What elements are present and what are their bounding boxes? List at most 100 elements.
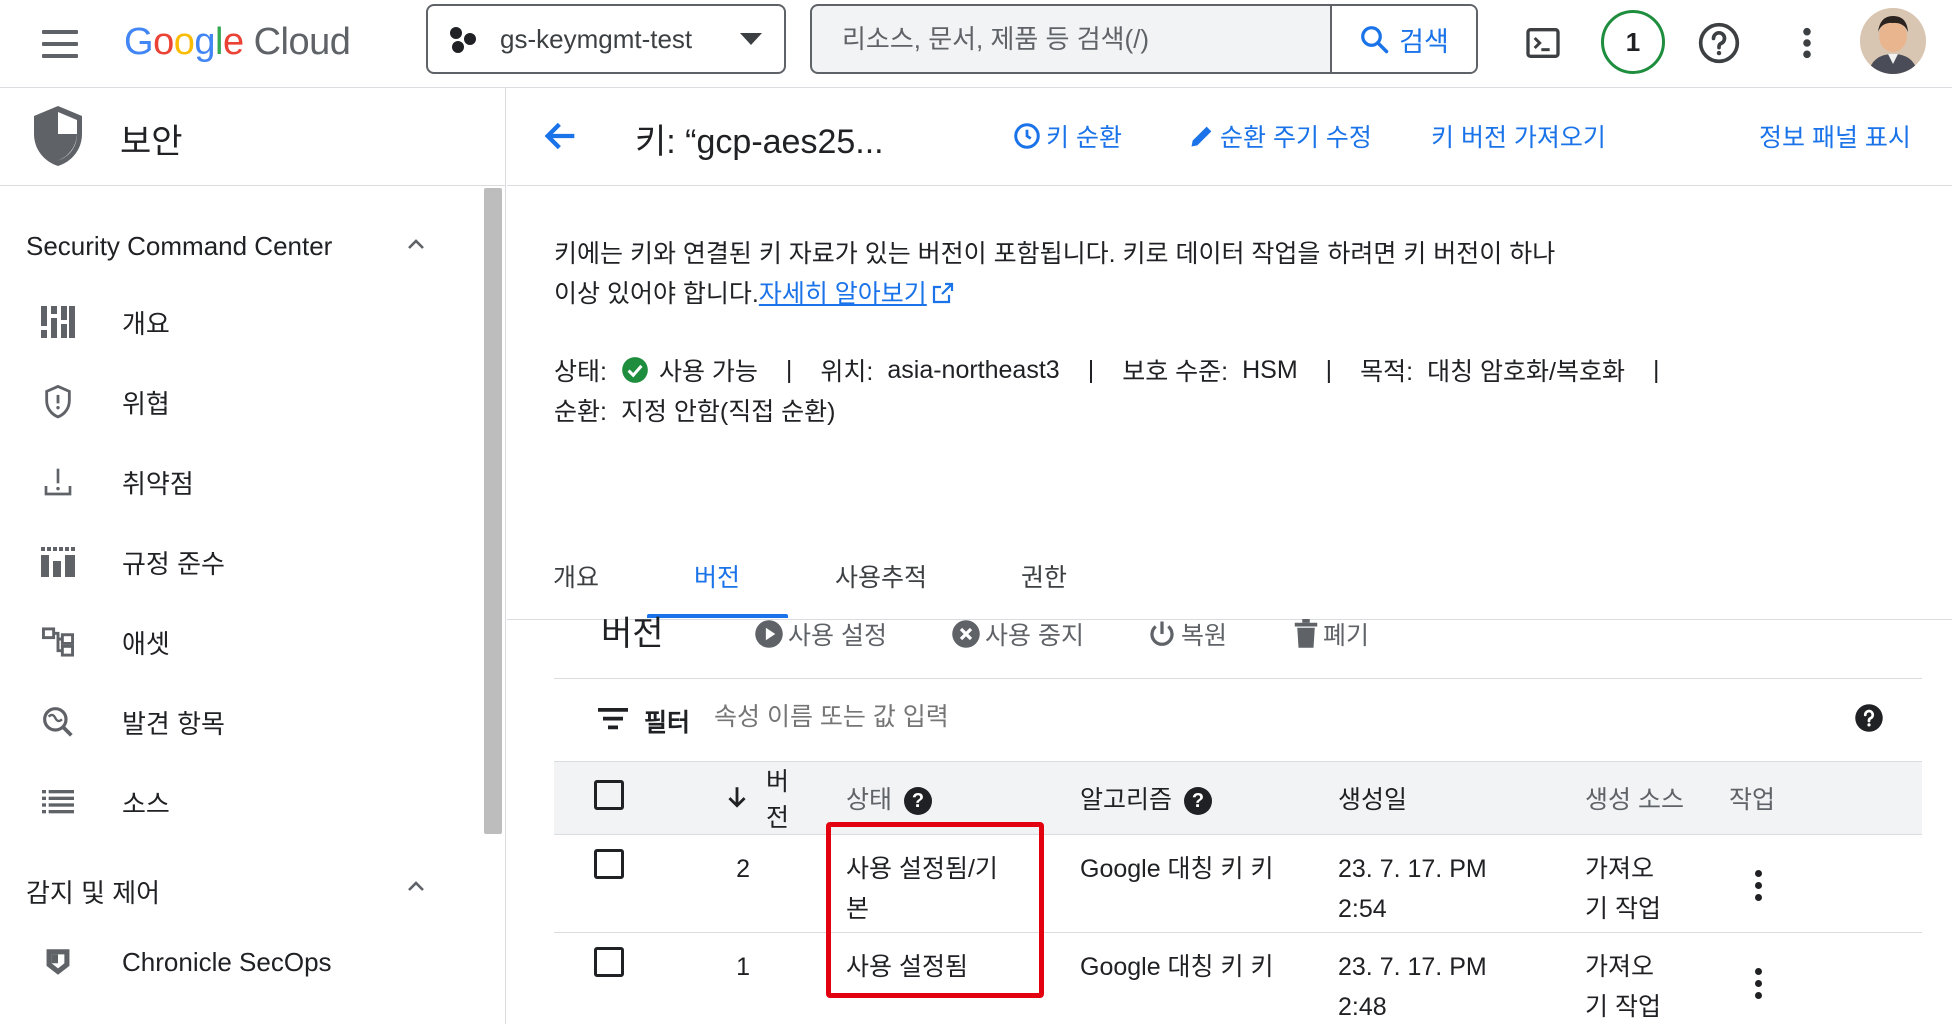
more-vert-icon[interactable] bbox=[1755, 862, 1762, 901]
row-checkbox[interactable] bbox=[594, 947, 624, 977]
column-header-source[interactable]: 생성 소스 bbox=[1523, 761, 1713, 835]
sidebar: 보안 Security Command Center 개요 위협 취약점 규정 … bbox=[0, 88, 506, 1024]
avatar[interactable] bbox=[1860, 8, 1926, 74]
asset-icon bbox=[40, 624, 76, 660]
purpose-value: 대칭 암호화/복호화 bbox=[1427, 358, 1626, 386]
sidebar-item-sources[interactable]: 소스 bbox=[0, 770, 470, 834]
sidebar-item-compliance[interactable]: 규정 준수 bbox=[0, 530, 470, 594]
select-all-checkbox[interactable] bbox=[594, 779, 624, 810]
check-circle-icon bbox=[622, 357, 648, 383]
trash-icon bbox=[1294, 619, 1318, 648]
project-dots-icon bbox=[450, 25, 478, 53]
sidebar-scrollbar[interactable] bbox=[484, 188, 502, 834]
version-source: 가져오기 작업 bbox=[1523, 834, 1713, 933]
sidebar-item-chronicle-secops[interactable]: Chronicle SecOps bbox=[0, 930, 470, 994]
status-value: 사용 가능 bbox=[658, 358, 758, 386]
tab-usage-tracking[interactable]: 사용추적 bbox=[835, 558, 927, 594]
table-header-row: 버전 상태? 알고리즘? 생성일 생성 소스 작업 bbox=[554, 761, 1922, 835]
show-info-panel-button[interactable]: 정보 패널 표시 bbox=[1759, 118, 1911, 154]
sidebar-item-assets[interactable]: 애셋 bbox=[0, 610, 470, 674]
cloud-shell-icon[interactable] bbox=[1514, 14, 1572, 72]
search-bar: 검색 bbox=[810, 4, 1478, 74]
play-circle-icon bbox=[755, 620, 783, 648]
more-vert-icon[interactable] bbox=[1755, 960, 1762, 999]
enable-version-button[interactable]: 사용 설정 bbox=[754, 616, 887, 652]
tab-versions[interactable]: 버전 bbox=[694, 558, 740, 594]
sidebar-item-overview[interactable]: 개요 bbox=[0, 290, 470, 354]
more-vert-icon[interactable] bbox=[1778, 14, 1836, 72]
version-number: 1 bbox=[650, 932, 750, 1024]
table-row[interactable]: 1 사용 설정됨 Google 대칭 키 키 23. 7. 17. PM 2:4… bbox=[554, 932, 1922, 1024]
sidebar-item-vulnerabilities[interactable]: 취약점 bbox=[0, 450, 470, 514]
version-algorithm: Google 대칭 키 키 bbox=[1018, 932, 1276, 1024]
versions-title: 버전 bbox=[601, 615, 664, 653]
sidebar-item-findings[interactable]: 발견 항목 bbox=[0, 690, 470, 754]
vulnerability-icon bbox=[40, 464, 76, 500]
version-algorithm: Google 대칭 키 키 bbox=[1018, 834, 1276, 933]
column-header-created[interactable]: 생성일 bbox=[1276, 761, 1523, 835]
menu-icon[interactable] bbox=[40, 26, 80, 62]
learn-more-link[interactable]: 자세히 알아보기 bbox=[759, 280, 927, 308]
search-button[interactable]: 검색 bbox=[1330, 6, 1476, 72]
column-header-version[interactable]: 버전 bbox=[750, 761, 802, 835]
version-number: 2 bbox=[650, 834, 750, 933]
key-description: 키에는 키와 연결된 키 자료가 있는 버전이 포함됩니다. 키로 데이터 작업… bbox=[554, 240, 1556, 308]
rotate-key-button[interactable]: 키 순환 bbox=[1012, 118, 1122, 154]
tab-overview[interactable]: 개요 bbox=[553, 558, 599, 594]
tab-bar: 개요 버전 사용추적 권한 bbox=[507, 528, 1952, 620]
edit-pencil-icon bbox=[1191, 126, 1212, 147]
search-input[interactable] bbox=[812, 6, 1330, 72]
page-title: 키: “gcp-aes25... bbox=[635, 123, 884, 161]
rotation-value: 지정 안함(직접 순환) bbox=[620, 398, 836, 426]
filter-label: 필터 bbox=[644, 709, 691, 737]
sidebar-title: 보안 bbox=[120, 123, 183, 161]
sources-icon bbox=[40, 784, 76, 820]
import-key-version-button[interactable]: 키 버전 가져오기 bbox=[1431, 118, 1606, 154]
destroy-version-button[interactable]: 폐기 bbox=[1293, 616, 1369, 652]
project-picker[interactable]: gs-keymgmt-test bbox=[426, 4, 786, 74]
restore-version-button[interactable]: 복원 bbox=[1147, 616, 1227, 652]
top-bar: Google Cloud gs-keymgmt-test 검색 1 bbox=[0, 0, 1952, 88]
help-icon[interactable]: ? bbox=[904, 787, 933, 816]
chronicle-icon bbox=[40, 944, 76, 980]
threat-shield-icon bbox=[40, 384, 76, 420]
chevron-up-icon[interactable] bbox=[404, 875, 428, 899]
sidebar-item-threats[interactable]: 위협 bbox=[0, 370, 470, 434]
versions-table: 버전 상태? 알고리즘? 생성일 생성 소스 작업 2 사용 설정됨/기본 Go… bbox=[554, 761, 1922, 1024]
key-meta-row-1: 상태: 사용 가능 | 위치: asia-northeast3 | 보호 수준:… bbox=[554, 352, 1688, 388]
chevron-up-icon[interactable] bbox=[404, 233, 428, 257]
dropdown-caret-icon bbox=[740, 33, 762, 45]
edit-rotation-button[interactable]: 순환 주기 수정 bbox=[1188, 118, 1372, 154]
help-icon[interactable] bbox=[1854, 703, 1884, 733]
column-header-status[interactable]: 상태? bbox=[802, 761, 1018, 835]
cancel-circle-icon bbox=[952, 620, 980, 648]
external-link-icon[interactable] bbox=[931, 281, 955, 305]
help-icon[interactable] bbox=[1690, 14, 1748, 72]
version-source: 가져오기 작업 bbox=[1523, 932, 1713, 1024]
dashboard-icon bbox=[40, 304, 76, 340]
key-meta-row-2: 순환: 지정 안함(직접 순환) bbox=[554, 392, 836, 428]
filter-icon[interactable] bbox=[598, 705, 628, 731]
page-header: 키: “gcp-aes25... 키 순환 순환 주기 수정 키 버전 가져오기… bbox=[507, 88, 1952, 186]
search-icon bbox=[1361, 26, 1389, 54]
sort-down-arrow-icon[interactable] bbox=[724, 783, 750, 811]
section-detection-and-control[interactable]: 감지 및 제어 bbox=[26, 873, 160, 910]
row-checkbox[interactable] bbox=[594, 849, 624, 879]
compliance-icon bbox=[40, 544, 76, 580]
protection-value: HSM bbox=[1242, 355, 1298, 384]
version-status: 사용 설정됨/기본 bbox=[802, 834, 1018, 933]
version-created: 23. 7. 17. PM 2:48 bbox=[1276, 932, 1523, 1024]
disable-version-button[interactable]: 사용 중지 bbox=[951, 616, 1084, 652]
tab-permissions[interactable]: 권한 bbox=[1021, 558, 1067, 594]
back-arrow-icon[interactable] bbox=[541, 116, 581, 156]
section-security-command-center[interactable]: Security Command Center bbox=[26, 231, 332, 262]
help-icon[interactable]: ? bbox=[1184, 787, 1213, 816]
column-header-algorithm[interactable]: 알고리즘? bbox=[1018, 761, 1276, 835]
notifications-badge[interactable]: 1 bbox=[1601, 10, 1665, 74]
table-row[interactable]: 2 사용 설정됨/기본 Google 대칭 키 키 23. 7. 17. PM … bbox=[554, 834, 1922, 933]
google-cloud-logo[interactable]: Google Cloud bbox=[124, 14, 351, 70]
search-button-label: 검색 bbox=[1399, 26, 1449, 57]
location-value: asia-northeast3 bbox=[887, 355, 1060, 384]
version-created: 23. 7. 17. PM 2:54 bbox=[1276, 834, 1523, 933]
filter-input[interactable] bbox=[714, 697, 1614, 737]
